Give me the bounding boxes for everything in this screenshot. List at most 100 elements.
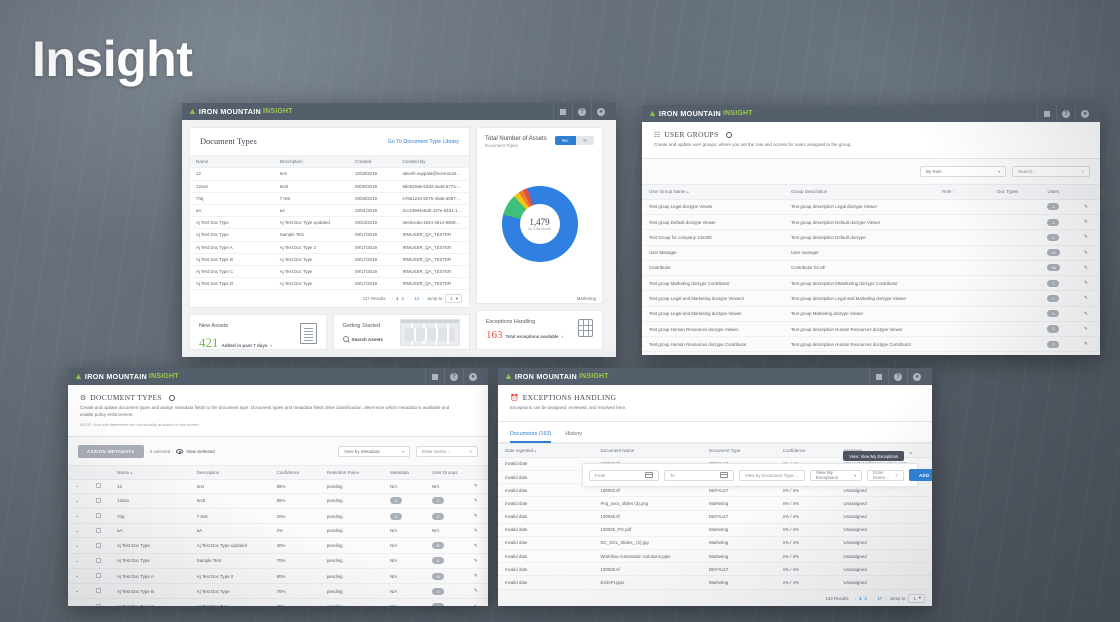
- col-users[interactable]: Users: [1040, 183, 1078, 200]
- date-from-input[interactable]: From: [589, 469, 659, 481]
- table-row[interactable]: Test Group for company 132400 Test group …: [642, 229, 1100, 246]
- prev-page[interactable]: ‹: [392, 296, 393, 301]
- table-row[interactable]: Invalid date DC_SOL_Slides_ (2).jpg Market…: [498, 536, 932, 551]
- row-checkbox[interactable]: [89, 598, 110, 606]
- table-row[interactable]: ⌄ Aj Test Doc Type Sample Test 70% pending N/…: [68, 553, 488, 569]
- calendar-icon[interactable]: [720, 472, 728, 478]
- col-name[interactable]: Name ▴: [110, 464, 190, 480]
- table-row[interactable]: Invalid date 100025_PG.pdf Marketing n% / n…: [498, 523, 932, 537]
- add-button[interactable]: ADD: [909, 469, 932, 481]
- table-row[interactable]: 7raj 7 test 09/28/2019 e78a1243-5075-46a6-a…: [190, 192, 469, 205]
- table-row[interactable]: Test group Legal doctype Viewer Test grou…: [642, 199, 1100, 216]
- view-by-metadata-select[interactable]: View by Metadata ▾: [338, 445, 410, 457]
- help-icon[interactable]: ?: [1056, 105, 1075, 122]
- apps-grid-icon[interactable]: [869, 368, 888, 385]
- search-input[interactable]: Search… ⌕: [1012, 165, 1090, 177]
- edit-icon[interactable]: ✎: [466, 553, 488, 569]
- col-name[interactable]: Name: [190, 154, 274, 169]
- edit-icon[interactable]: ✎: [1077, 275, 1100, 292]
- table-row[interactable]: Test group Default doctype Viewer Test gr…: [642, 214, 1100, 231]
- gear-icon[interactable]: [725, 131, 732, 138]
- table-row[interactable]: Invalid date 100026.tif DEFAULT n% / n% Unas…: [498, 562, 932, 577]
- edit-icon[interactable]: ✎: [466, 493, 488, 509]
- row-checkbox[interactable]: [89, 537, 110, 554]
- edit-icon[interactable]: ✎: [1077, 199, 1100, 216]
- expand-icon[interactable]: ⌄: [68, 523, 89, 539]
- col-confidence[interactable]: Confidence: [775, 442, 837, 458]
- search-assets-link[interactable]: Search Assets: [342, 336, 401, 343]
- table-row[interactable]: aA aA 10/01/2019 2cc43994e6d2-437e-8151-162…: [190, 204, 469, 218]
- table-row[interactable]: ⌄ 12sun testt 85% pending 4 1 ✎: [68, 493, 488, 509]
- col-created[interactable]: Created: [349, 154, 397, 169]
- new-assets-card[interactable]: New Assets 421 Added in past 7 days ›: [189, 314, 327, 350]
- edit-icon[interactable]: ✎: [466, 523, 488, 539]
- table-row[interactable]: Invalid date 100046.tif DEFAULT n% / n% Unas…: [498, 510, 932, 524]
- row-checkbox[interactable]: [89, 508, 110, 525]
- col-select[interactable]: [89, 464, 110, 480]
- expand-icon[interactable]: ⌄: [68, 508, 89, 525]
- table-row[interactable]: Aj Test Doc Type A Aj Test Doc Type 2 09/1…: [190, 241, 469, 254]
- tooltip-close-icon[interactable]: ×: [909, 451, 912, 457]
- checkbox-icon[interactable]: [96, 557, 101, 563]
- view-selected-link[interactable]: View Selected: [176, 448, 215, 454]
- table-row[interactable]: Test group Human Resources doctype Contr…: [642, 336, 1100, 353]
- expand-icon[interactable]: ⌄: [68, 537, 89, 554]
- search-icon[interactable]: ⌕: [1075, 169, 1084, 174]
- table-row[interactable]: Aj Test Doc Type Aj Test Doc Type-updated…: [190, 216, 469, 230]
- table-row[interactable]: Test group Human Resources doctype Viewe…: [642, 321, 1100, 338]
- chart-unit-toggle[interactable]: No. %: [555, 136, 594, 145]
- expand-icon[interactable]: ⌄: [68, 493, 89, 509]
- checkbox-icon[interactable]: [96, 527, 101, 533]
- jump-select[interactable]: 1 ▾: [908, 593, 925, 603]
- assign-metadata-button[interactable]: ASSIGN METADATA: [78, 444, 144, 458]
- document-type-filter[interactable]: View by Document Type…: [739, 469, 805, 481]
- apps-grid-icon[interactable]: [553, 103, 572, 120]
- table-row[interactable]: Aj Test Doc Type Sample Test 09/17/2019 IRM…: [190, 228, 469, 242]
- brand-logo[interactable]: ▲ IRON MOUNTAIN INSIGHT: [74, 372, 179, 382]
- table-row[interactable]: Test group Legal and Marketing doctype V…: [642, 306, 1100, 322]
- tab-history[interactable]: History: [565, 431, 582, 442]
- row-checkbox[interactable]: [89, 553, 110, 569]
- search-input[interactable]: Enter Name… ⌕: [416, 445, 478, 457]
- exceptions-arrow[interactable]: ›: [561, 334, 562, 339]
- expand-icon[interactable]: ⌄: [68, 568, 89, 585]
- search-icon[interactable]: ⌕: [890, 473, 899, 478]
- table-row[interactable]: Invalid date ExitAPI.pptx Marketing n% / n%…: [498, 575, 932, 590]
- col-retention-rules[interactable]: Retention Rules: [319, 464, 383, 480]
- toggle-percent[interactable]: %: [576, 136, 594, 145]
- help-icon[interactable]: ?: [572, 103, 591, 120]
- apps-grid-icon[interactable]: [425, 368, 444, 385]
- checkbox-icon[interactable]: [96, 588, 101, 594]
- row-checkbox[interactable]: [89, 493, 110, 509]
- table-row[interactable]: ⌄ Aj Test Doc Type Aj Test Doc Type-update…: [68, 537, 488, 554]
- table-row[interactable]: Aj Test Doc Type D Aj Test Doc Type 09/17/…: [190, 277, 469, 291]
- table-row[interactable]: Invalid date Workflow Automation Solution…: [498, 549, 932, 564]
- edit-icon[interactable]: ✎: [1077, 306, 1100, 322]
- brand-logo[interactable]: ▲ IRON MOUNTAIN INSIGHT: [188, 107, 293, 117]
- account-icon[interactable]: ●: [1075, 105, 1094, 122]
- edit-icon[interactable]: ✎: [1077, 336, 1100, 353]
- checkbox-icon[interactable]: [96, 483, 101, 489]
- edit-icon[interactable]: ✎: [466, 508, 488, 525]
- table-row[interactable]: ⌄ Aj Test Doc Type CAj Test Doc Type70%pe…: [68, 598, 488, 606]
- checkbox-icon[interactable]: [96, 497, 101, 503]
- col-doc-types[interactable]: Doc Types: [990, 183, 1041, 200]
- assignee-search-input[interactable]: Enter Name… ⌕: [867, 469, 905, 481]
- next-page[interactable]: ›: [885, 596, 886, 601]
- help-icon[interactable]: ?: [444, 368, 463, 385]
- col-group-description[interactable]: Group Description: [783, 183, 936, 200]
- edit-icon[interactable]: ✎: [466, 568, 488, 585]
- doc-type-library-link[interactable]: Go To Document Type Library: [388, 139, 459, 145]
- exceptions-card[interactable]: Exceptions Handling 163 Total exceptions…: [476, 310, 603, 350]
- table-row[interactable]: Invalid date Proj_svcs_slides (3).png Mark…: [498, 496, 932, 511]
- edit-icon[interactable]: ✎: [466, 598, 488, 606]
- checkbox-icon[interactable]: [96, 513, 101, 519]
- table-row[interactable]: ⌄ aA aA 2% pending N/A N/A ✎: [68, 523, 488, 539]
- checkbox-icon[interactable]: [96, 573, 101, 579]
- view-select[interactable]: View My Exceptions ▾: [810, 469, 862, 481]
- next-page[interactable]: ›: [422, 296, 423, 301]
- table-row[interactable]: ⌄ 12 test 85% pending N/A N/A ✎: [68, 479, 488, 494]
- calendar-icon[interactable]: [645, 472, 653, 478]
- page-1[interactable]: 1: [859, 596, 861, 601]
- jump-select[interactable]: 1 ▾: [445, 294, 462, 304]
